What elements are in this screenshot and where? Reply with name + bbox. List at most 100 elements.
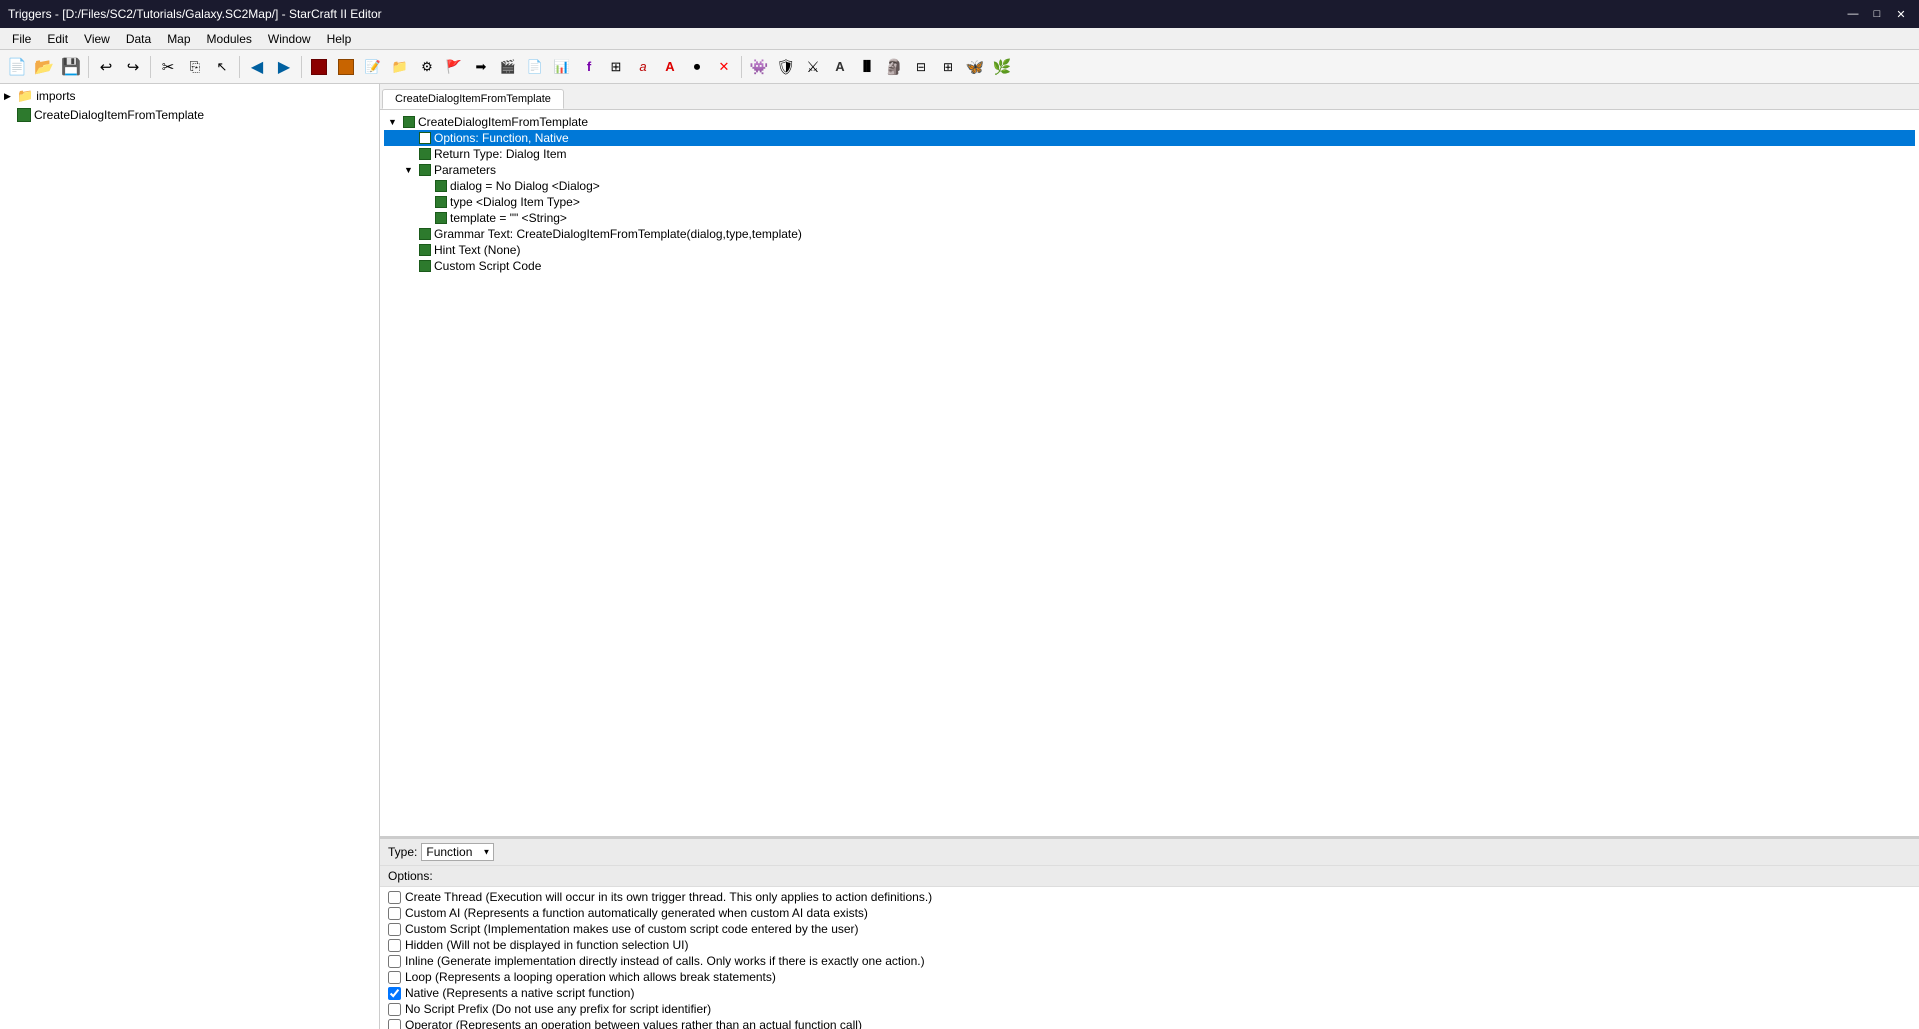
menu-modules[interactable]: Modules [199,30,260,48]
toolbar: 📄 📂 💾 ↩ ↪ ✂ ⎘ ↖ ◀ ▶ 📝 📁 ⚙ 🚩 [0,50,1919,84]
close-button[interactable]: ✕ [1891,4,1911,24]
separator-1 [88,56,89,78]
menu-edit[interactable]: Edit [39,30,76,48]
trigger-grammar-text[interactable]: Grammar Text: CreateDialogItemFromTempla… [384,226,1915,242]
trigger-hint-text[interactable]: Hint Text (None) [384,242,1915,258]
func-btn[interactable]: f [576,54,602,80]
camera-btn[interactable]: 🎬 [495,54,521,80]
tab-create-dialog-item[interactable]: CreateDialogItemFromTemplate [382,89,564,109]
menu-data[interactable]: Data [118,30,159,48]
select-button[interactable]: ↖ [209,54,235,80]
save-icon: 💾 [61,57,81,77]
undo-button[interactable]: ↩ [93,54,119,80]
checkbox-hidden[interactable] [388,939,401,952]
folder-btn[interactable]: 📁 [387,54,413,80]
left-panel: ▶ 📁 imports CreateDialogItemFromTemplate [0,84,380,1029]
trigger-param-template[interactable]: template = "" <String> [384,210,1915,226]
alien1-icon: 👾 [750,58,769,76]
A-btn[interactable]: A [827,54,853,80]
menu-help[interactable]: Help [319,30,360,48]
separator-5 [741,56,742,78]
func-icon: f [587,59,591,74]
param-type-icon [435,196,447,208]
grid2-btn[interactable]: ⊟ [908,54,934,80]
trigger-editor-button[interactable] [306,54,332,80]
param-dialog-label: dialog = No Dialog <Dialog> [450,179,600,193]
separator-4 [301,56,302,78]
trigger-param-dialog[interactable]: dialog = No Dialog <Dialog> [384,178,1915,194]
menu-file[interactable]: File [4,30,39,48]
leaf-btn[interactable]: 🌿 [989,54,1015,80]
table2-btn[interactable]: ⊞ [935,54,961,80]
arrow-btn[interactable]: ➡ [468,54,494,80]
checkbox-create-thread[interactable] [388,891,401,904]
checkbox-custom-ai[interactable] [388,907,401,920]
doc2-btn[interactable]: 📄 [522,54,548,80]
open-button[interactable]: 📂 [31,54,57,80]
cut-button[interactable]: ✂ [155,54,181,80]
text-btn[interactable]: a [630,54,656,80]
redo-button[interactable]: ↪ [120,54,146,80]
menu-view[interactable]: View [76,30,118,48]
param-template-label: template = "" <String> [450,211,567,225]
collapse-root-icon[interactable]: ▼ [388,117,400,127]
separator-2 [150,56,151,78]
checkbox-operator[interactable] [388,1019,401,1029]
return-type-icon [419,148,431,160]
flag-btn[interactable]: 🚩 [441,54,467,80]
alien1-btn[interactable]: 👾 [746,54,772,80]
minimize-button[interactable]: — [1843,4,1863,24]
new-file-button[interactable]: 📄 [4,54,30,80]
return-type-label: Return Type: Dialog Item [434,147,567,161]
checkbox-no-script-prefix[interactable] [388,1003,401,1016]
type-btn[interactable]: A [657,54,683,80]
settings-btn[interactable]: ⚙ [414,54,440,80]
open-icon: 📂 [34,57,54,77]
checkbox-inline[interactable] [388,955,401,968]
alien2-btn[interactable]: 🛡 [773,54,799,80]
doc-button[interactable]: 📝 [360,54,386,80]
options-label-text: Options: [380,866,1919,887]
table2-icon: ⊞ [943,60,953,74]
grid-btn[interactable]: ⊞ [603,54,629,80]
checkbox-loop[interactable] [388,971,401,984]
collapse-params-icon[interactable]: ▼ [404,165,416,175]
checkbox-native[interactable] [388,987,401,1000]
checkbox-custom-script[interactable] [388,923,401,936]
maximize-button[interactable]: □ [1867,4,1887,24]
circle-btn[interactable]: ⏺ [684,54,710,80]
tree-item-imports[interactable]: ▶ 📁 imports [0,86,379,106]
copy-button[interactable]: ⎘ [182,54,208,80]
trigger-parameters-group[interactable]: ▼ Parameters [384,162,1915,178]
tree-item-create-dialog[interactable]: CreateDialogItemFromTemplate [0,106,379,124]
nav-back-button[interactable]: ◀ [244,54,270,80]
window-controls: — □ ✕ [1843,4,1911,24]
save-button[interactable]: 💾 [58,54,84,80]
alien3-btn[interactable]: ⚔ [800,54,826,80]
option-custom-script: Custom Script (Implementation makes use … [380,921,1919,937]
separator-3 [239,56,240,78]
settings-icon: ⚙ [421,59,433,75]
trigger-return-type-item[interactable]: Return Type: Dialog Item [384,146,1915,162]
table-icon: 📊 [554,59,570,75]
menu-window[interactable]: Window [260,30,319,48]
trigger-root-item[interactable]: ▼ CreateDialogItemFromTemplate [384,114,1915,130]
orange-sq-button[interactable] [333,54,359,80]
menu-map[interactable]: Map [159,30,198,48]
col-btn[interactable]: ▐▌ [854,54,880,80]
trigger-custom-script[interactable]: Custom Script Code [384,258,1915,274]
trigger-options-item[interactable]: Options: Function, Native [384,130,1915,146]
nav-forward-button[interactable]: ▶ [271,54,297,80]
table-btn[interactable]: 📊 [549,54,575,80]
type-label-text: Type: [388,845,417,859]
x-btn[interactable]: ✕ [711,54,737,80]
right-panel: CreateDialogItemFromTemplate ▼ CreateDia… [380,84,1919,1029]
x-icon: ✕ [719,59,730,75]
trigger-tree-panel: ▼ CreateDialogItemFromTemplate Options: … [380,110,1919,839]
face-btn[interactable]: 🗿 [881,54,907,80]
option-inline-label: Inline (Generate implementation directly… [405,954,925,968]
type-dropdown[interactable]: Function Action Condition Event [421,843,494,861]
fly-btn[interactable]: 🦋 [962,54,988,80]
fly-icon: 🦋 [966,58,985,76]
trigger-param-type[interactable]: type <Dialog Item Type> [384,194,1915,210]
